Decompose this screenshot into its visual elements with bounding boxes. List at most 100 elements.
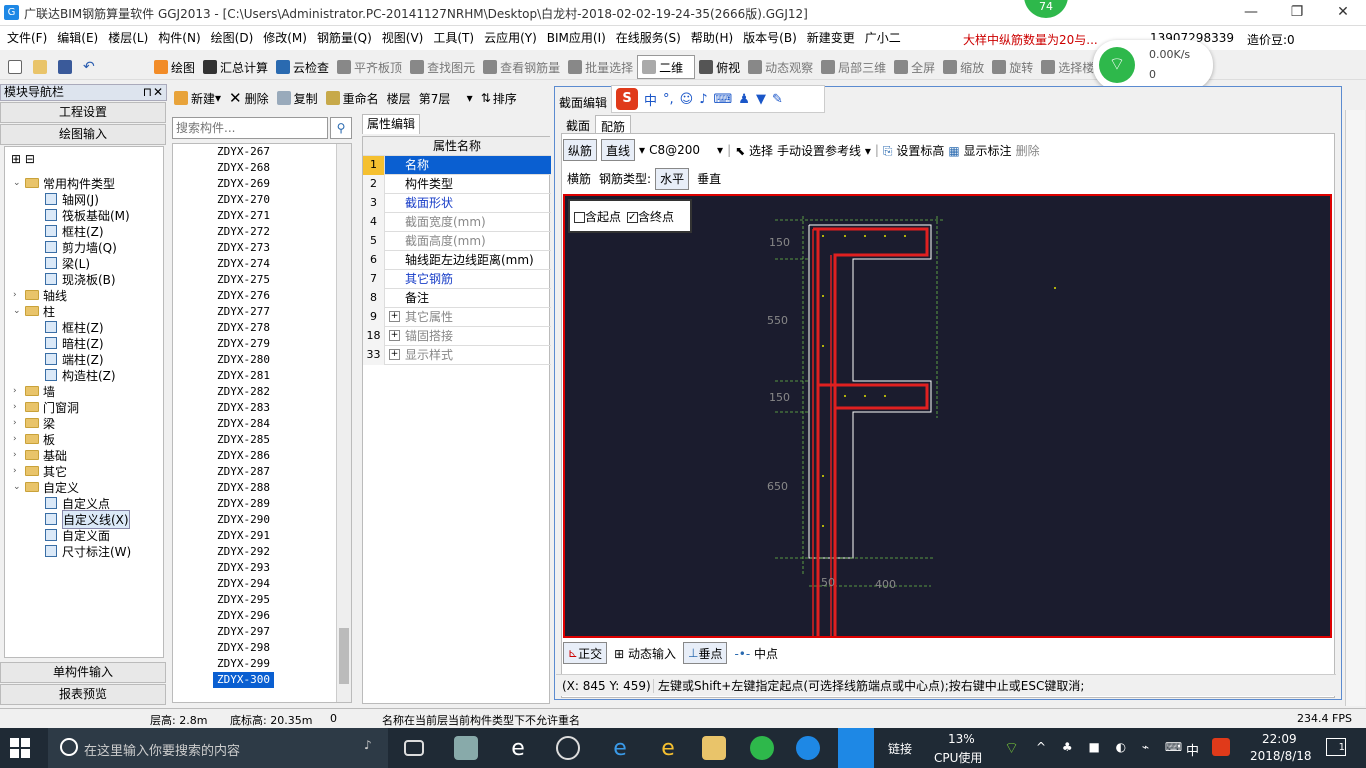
line-mode-button[interactable]: 直线: [601, 139, 636, 161]
expand-icon[interactable]: ›: [13, 402, 23, 412]
price-bean[interactable]: 造价豆:0: [1247, 31, 1295, 48]
component-list-item[interactable]: ZDYX-270: [213, 192, 274, 208]
browser360-icon[interactable]: [556, 736, 580, 760]
ggj-app-icon[interactable]: [838, 728, 874, 768]
sort-button[interactable]: ⇅ 排序: [477, 86, 521, 110]
prop-row[interactable]: 2 构件类型: [363, 175, 551, 194]
tree-item[interactable]: 构造柱(Z): [45, 367, 116, 383]
ie-icon[interactable]: e: [506, 736, 530, 761]
prop-row[interactable]: 8 备注: [363, 289, 551, 308]
list-scrollbar[interactable]: [336, 144, 351, 702]
toolbar-btn-8[interactable]: 俯视: [695, 55, 744, 79]
tree-expand-collapse[interactable]: ⊞ ⊟: [11, 151, 35, 167]
expand-icon[interactable]: ⌄: [13, 178, 23, 188]
tree-item[interactable]: › 轴线: [13, 287, 67, 303]
score-badge[interactable]: 74: [1024, 0, 1068, 18]
close-button[interactable]: ✕: [1320, 0, 1366, 26]
ime-indicator[interactable]: 中: [1186, 740, 1199, 759]
ortho-button[interactable]: ⊾ 正交: [563, 642, 608, 664]
menu-item-9[interactable]: 云应用(Y): [479, 26, 542, 50]
set-elevation-button[interactable]: ⎘ 设置标高: [883, 142, 944, 159]
component-list-item[interactable]: ZDYX-297: [213, 624, 274, 640]
tree-item[interactable]: 暗柱(Z): [45, 335, 104, 351]
component-list-item[interactable]: ZDYX-277: [213, 304, 274, 320]
delete-button[interactable]: ✕ 删除: [225, 86, 273, 110]
tray-link[interactable]: 链接: [888, 740, 912, 757]
component-list-item[interactable]: ZDYX-284: [213, 416, 274, 432]
file-explorer-icon[interactable]: [702, 736, 726, 760]
component-list-item[interactable]: ZDYX-290: [213, 512, 274, 528]
dynamic-input-button[interactable]: ⊞ 动态输入: [611, 645, 679, 662]
undo-icon[interactable]: ↶: [79, 55, 104, 79]
tree-item[interactable]: 端柱(Z): [45, 351, 104, 367]
sogou-tray-icon[interactable]: [1212, 738, 1230, 756]
edge-icon[interactable]: e: [608, 736, 632, 761]
draw-input-button[interactable]: 绘图输入: [0, 124, 166, 145]
ie-blue-icon[interactable]: e: [656, 736, 680, 761]
tray-icons[interactable]: ^ ♣ ■ ◐ ⌁ ⌨: [1036, 740, 1188, 754]
tree-item[interactable]: 自定义面: [45, 527, 110, 543]
component-list-item[interactable]: ZDYX-288: [213, 480, 274, 496]
tree-item[interactable]: 框柱(Z): [45, 319, 104, 335]
show-mark-button[interactable]: ▦ 显示标注: [948, 142, 1011, 159]
minimize-button[interactable]: —: [1228, 0, 1274, 26]
toolbar-btn-3[interactable]: 平齐板顶: [333, 55, 406, 79]
menu-item-0[interactable]: 文件(F): [2, 26, 52, 50]
expand-icon[interactable]: ›: [13, 290, 23, 300]
tree-item[interactable]: › 其它: [13, 463, 67, 479]
prop-row[interactable]: 9 + 其它属性: [363, 308, 551, 327]
open-folder-icon[interactable]: [29, 55, 54, 79]
restore-button[interactable]: ❐: [1274, 0, 1320, 26]
expand-icon[interactable]: ›: [13, 466, 23, 476]
menu-item-3[interactable]: 构件(N): [153, 26, 205, 50]
menu-item-8[interactable]: 工具(T): [428, 26, 479, 50]
menu-item-13[interactable]: 版本号(B): [738, 26, 802, 50]
expand-icon[interactable]: ›: [13, 450, 23, 460]
mic-task-icon[interactable]: ♪: [364, 738, 372, 752]
tree-item[interactable]: 筏板基础(M): [45, 207, 130, 223]
horizontal-option[interactable]: 水平: [655, 167, 690, 190]
new-file-icon[interactable]: [4, 55, 29, 79]
tree-item[interactable]: ⌄ 常用构件类型: [13, 175, 115, 191]
menu-item-12[interactable]: 帮助(H): [686, 26, 738, 50]
tool-icon[interactable]: ✎: [772, 92, 783, 107]
ref-line-select[interactable]: 手动设置参考线 ▾: [777, 142, 871, 159]
component-list-item[interactable]: ZDYX-294: [213, 576, 274, 592]
expand-icon[interactable]: ›: [13, 386, 23, 396]
component-list-item[interactable]: ZDYX-300: [213, 672, 274, 688]
toolbar-btn-9[interactable]: 动态观察: [744, 55, 817, 79]
tree-item[interactable]: › 墙: [13, 383, 55, 399]
start-button[interactable]: [10, 738, 30, 758]
prop-tab[interactable]: 属性编辑: [362, 114, 421, 134]
user-icon[interactable]: ♟: [738, 92, 750, 107]
tree-item[interactable]: 尺寸标注(W): [45, 543, 131, 559]
menu-item-14[interactable]: 新建变更: [802, 26, 860, 50]
network-widget[interactable]: ⌔ 0.00K/s 0: [1093, 40, 1213, 90]
vertical-option[interactable]: 垂直: [693, 167, 725, 190]
toolbar-btn-0[interactable]: 绘图: [150, 55, 199, 79]
component-list-item[interactable]: ZDYX-287: [213, 464, 274, 480]
tree-item[interactable]: ⌄ 自定义: [13, 479, 79, 495]
prop-row[interactable]: 7 其它钢筋: [363, 270, 551, 289]
wifi-tray-icon[interactable]: ⌔: [1004, 738, 1019, 758]
tree-item[interactable]: 轴网(J): [45, 191, 99, 207]
toolbar-btn-4[interactable]: 查找图元: [406, 55, 479, 79]
tree-item[interactable]: › 梁: [13, 415, 55, 431]
prop-row[interactable]: 1 名称: [363, 156, 551, 175]
longitudinal-rebar-button[interactable]: 纵筋: [563, 139, 598, 161]
pinwheel-app-icon[interactable]: [454, 736, 478, 760]
menu-item-7[interactable]: 视图(V): [377, 26, 429, 50]
component-list-item[interactable]: ZDYX-280: [213, 352, 274, 368]
new-button[interactable]: 新建 ▾: [170, 86, 225, 110]
menu-item-11[interactable]: 在线服务(S): [611, 26, 686, 50]
toolbar-btn-5[interactable]: 查看钢筋量: [479, 55, 564, 79]
tree-item[interactable]: › 板: [13, 431, 55, 447]
prop-row[interactable]: 18 + 锚固搭接: [363, 327, 551, 346]
rename-button[interactable]: 重命名: [322, 86, 383, 110]
expand-icon[interactable]: ›: [13, 418, 23, 428]
tree-item[interactable]: ⌄ 柱: [13, 303, 55, 319]
toolbar-btn-10[interactable]: 局部三维: [817, 55, 890, 79]
component-list-item[interactable]: ZDYX-295: [213, 592, 274, 608]
component-list-item[interactable]: ZDYX-299: [213, 656, 274, 672]
expand-plus-icon[interactable]: +: [389, 330, 400, 341]
